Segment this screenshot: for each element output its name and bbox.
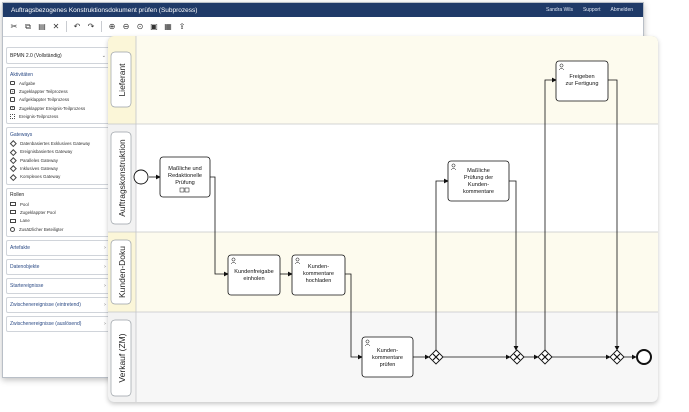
task-label-line: Freigeben	[569, 74, 594, 80]
lane-label: Verkauf (ZM)	[117, 333, 127, 382]
task-label-line: Prüfung der	[464, 175, 493, 181]
end-event[interactable]	[636, 349, 652, 365]
bpmn-diagram: Lieferant Auftragskonstruktion Kunden-Do…	[108, 36, 658, 402]
lane-kunden-doku[interactable]	[136, 232, 658, 312]
task-label-line: zur Fertigung	[566, 81, 599, 87]
task-kundenkommentare-hochladen[interactable]: Kunden- kommentare hochladen	[291, 254, 346, 296]
lane-label-auftragskonstruktion[interactable]: Auftragskonstruktion	[110, 131, 132, 225]
task-label-line: kommentare	[372, 355, 403, 361]
task-label-line: kommentare	[303, 271, 334, 277]
task-label-line: kommentare	[463, 189, 494, 195]
task-label-line: Kunden-	[308, 264, 329, 270]
lane-label-lieferant[interactable]: Lieferant	[110, 51, 132, 108]
task-label-line: Prüfung	[175, 180, 195, 186]
lane-label: Auftragskonstruktion	[117, 139, 127, 217]
task-kundenfreigabe-einholen[interactable]: Kundenfreigabe einholen	[227, 254, 281, 296]
task-kundenkommentare-pruefen[interactable]: Kunden- kommentare prüfen	[361, 336, 414, 378]
task-label-line: Maßliche und	[168, 166, 202, 172]
lane-label-kunden-doku[interactable]: Kunden-Doku	[110, 239, 132, 305]
task-label-line: hochladen	[306, 278, 332, 284]
task-label-line: Maßliche	[467, 168, 490, 174]
task-label-line: Kunden-	[377, 348, 398, 354]
task-label-line: Redaktionelle	[168, 173, 202, 179]
task-massliche-pruefung-kundenkommentare[interactable]: Maßliche Prüfung der Kunden- kommentare	[447, 160, 510, 202]
task-label-line: Kunden-	[468, 182, 489, 188]
task-label-line: prüfen	[380, 362, 396, 368]
task-label-line: Kundenfreigabe	[234, 269, 274, 275]
task-massliche-redaktionelle-pruefung[interactable]: Maßliche und Redaktionelle Prüfung	[159, 156, 211, 198]
lane-label: Kunden-Doku	[117, 246, 127, 298]
task-freigeben-zur-fertigung[interactable]: Freigeben zur Fertigung	[555, 60, 609, 102]
lane-auftragskonstruktion[interactable]	[136, 124, 658, 232]
lane-label: Lieferant	[117, 63, 127, 97]
start-event[interactable]	[133, 169, 149, 185]
lane-label-verkauf[interactable]: Verkauf (ZM)	[110, 319, 132, 397]
task-label-line: einholen	[243, 276, 264, 282]
